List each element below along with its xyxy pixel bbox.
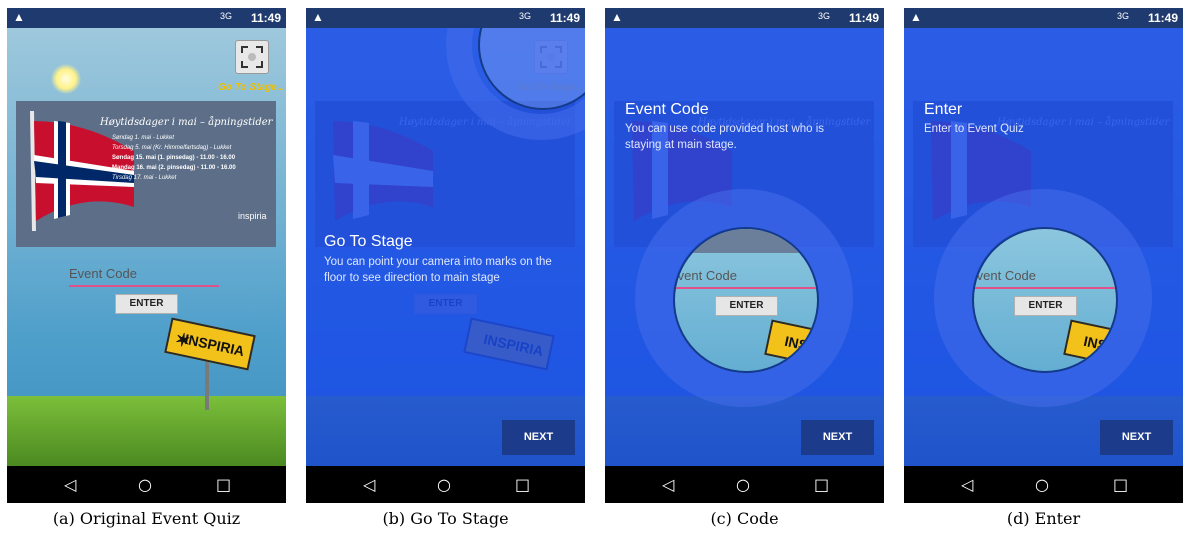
scan-button[interactable]: [235, 40, 269, 74]
sun-graphic: [51, 64, 81, 94]
screen-event-code-tip: ▲ 3G 11:49 Høytidsdager i mai – åpningst…: [605, 8, 884, 503]
background-sky: [7, 28, 286, 486]
banner-line: Søndag 1. mai - Lukket: [112, 135, 175, 141]
screen-go-to-stage-tip: ▲ 3G 11:49 Go To Stage... Høytidsdager i…: [306, 8, 585, 503]
input-underline: [69, 285, 219, 287]
recents-icon[interactable]: □: [1113, 475, 1128, 494]
recents-icon[interactable]: □: [216, 475, 231, 494]
norway-flag-image: [30, 111, 134, 231]
input-underline: [675, 287, 817, 289]
caption: (d) Enter: [1006, 509, 1081, 528]
banner-title: Høytidsdager i mai – åpningstider: [100, 117, 273, 128]
spotlight-lens: Event Code ENTER INSPIRIA: [972, 227, 1118, 373]
home-icon[interactable]: ○: [1035, 475, 1049, 494]
screen-original-event-quiz: ▲ 3G 11:49 Go To Stage... Høytidsdager i…: [7, 8, 286, 503]
warning-icon: ▲: [312, 10, 324, 24]
recents-icon[interactable]: □: [515, 475, 530, 494]
event-code-input[interactable]: Event Code: [974, 268, 1116, 283]
event-code-input[interactable]: Event Code: [675, 268, 817, 283]
banner-line: Mandag 16. mai (2. pinsedag) - 11.00 - 1…: [112, 165, 236, 171]
back-icon[interactable]: ◁: [961, 475, 973, 494]
network-indicator: 3G: [1116, 11, 1129, 21]
network-indicator: 3G: [817, 11, 830, 21]
figure-icon: ✶: [173, 328, 193, 352]
clock: 11:49: [549, 11, 580, 25]
tip-description: You can point your camera into marks on …: [324, 256, 552, 284]
recents-icon[interactable]: □: [814, 475, 829, 494]
enter-button[interactable]: ENTER: [715, 296, 778, 316]
inspiria-logo: inspiria: [238, 211, 267, 221]
input-underline: [974, 287, 1116, 289]
tip-title: Enter: [924, 101, 963, 118]
enter-button[interactable]: ENTER: [1014, 296, 1077, 316]
network-indicator: 3G: [518, 11, 531, 21]
opening-hours-banner: Høytidsdager i mai – åpningstider Søndag…: [16, 101, 276, 247]
caption: (c) Code: [710, 509, 779, 528]
clock: 11:49: [848, 11, 879, 25]
status-bar: ▲ 3G 11:49: [306, 8, 585, 28]
scan-icon: [241, 46, 263, 68]
status-bar: ▲ 3G 11:49: [904, 8, 1183, 28]
network-indicator: 3G: [219, 11, 232, 21]
enter-button[interactable]: ENTER: [115, 294, 178, 314]
next-button[interactable]: NEXT: [1100, 420, 1173, 455]
tip-title: Event Code: [625, 101, 709, 118]
spotlight-lens: Event Code ENTER INSPIRIA: [673, 227, 819, 373]
back-icon[interactable]: ◁: [363, 475, 375, 494]
tip-title: Go To Stage: [324, 233, 413, 250]
clock: 11:49: [1147, 11, 1178, 25]
next-button[interactable]: NEXT: [502, 420, 575, 455]
banner-line: Tirsdag 17. mai - Lukket: [112, 175, 177, 181]
back-icon[interactable]: ◁: [662, 475, 674, 494]
warning-icon: ▲: [611, 10, 623, 24]
navigation-bar: ◁ ○ □: [306, 466, 585, 503]
status-bar: ▲ 3G 11:49: [605, 8, 884, 28]
clock: 11:49: [250, 11, 281, 25]
warning-icon: ▲: [13, 10, 25, 24]
home-icon[interactable]: ○: [138, 475, 152, 494]
banner-line: Torsdag 5. mai (Kr. Himmelfartsdag) - Lu…: [112, 145, 232, 151]
status-bar: ▲ 3G 11:49: [7, 8, 286, 28]
event-code-input[interactable]: Event Code: [69, 266, 219, 281]
sign-pole: [205, 360, 209, 410]
go-to-stage-link[interactable]: Go To Stage...: [207, 82, 285, 93]
home-icon[interactable]: ○: [437, 475, 451, 494]
inspiria-sign: INSPIRIA: [764, 319, 817, 371]
caption: (b) Go To Stage: [382, 509, 509, 528]
next-button[interactable]: NEXT: [801, 420, 874, 455]
navigation-bar: ◁ ○ □: [904, 466, 1183, 503]
inspiria-sign: INSPIRIA: [1063, 319, 1116, 371]
warning-icon: ▲: [910, 10, 922, 24]
back-icon[interactable]: ◁: [64, 475, 76, 494]
banner-line: Søndag 15. mai (1. pinsedag) - 11.00 - 1…: [112, 155, 236, 161]
navigation-bar: ◁ ○ □: [7, 466, 286, 503]
navigation-bar: ◁ ○ □: [605, 466, 884, 503]
home-icon[interactable]: ○: [736, 475, 750, 494]
caption: (a) Original Event Quiz: [52, 509, 241, 528]
tip-description: You can use code provided host who is st…: [625, 123, 825, 151]
banner-edge: [675, 229, 817, 253]
tip-description: Enter to Event Quiz: [924, 123, 1024, 135]
screen-enter-tip: ▲ 3G 11:49 Høytidsdager i mai – åpningst…: [904, 8, 1183, 503]
